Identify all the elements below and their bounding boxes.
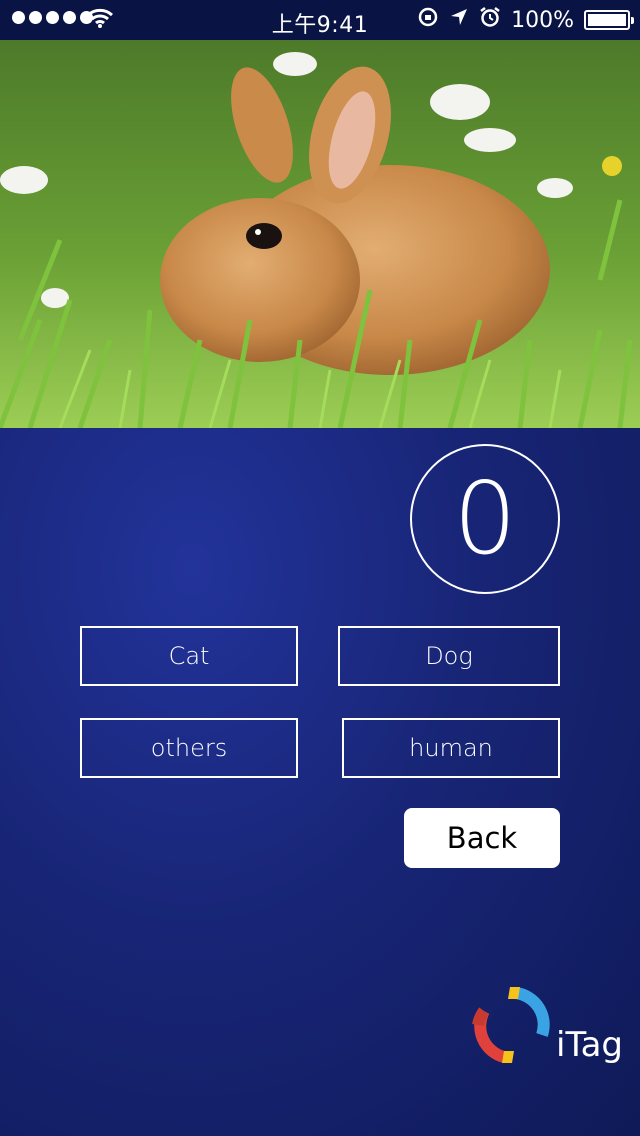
itag-brand-name: iTag [556, 1025, 624, 1065]
option-others-button[interactable]: others [80, 718, 298, 778]
option-human-button[interactable]: human [342, 718, 560, 778]
status-bar: 上午9:41 100% [0, 0, 640, 40]
battery-icon [584, 10, 634, 30]
itag-logo-icon [472, 987, 550, 1063]
back-button[interactable]: Back [404, 808, 560, 868]
itag-logo: iTag [470, 985, 624, 1067]
alarm-icon [479, 6, 501, 34]
score-counter: 0 [410, 444, 560, 594]
location-icon [449, 7, 469, 33]
rotation-lock-icon [417, 6, 439, 34]
rabbit-photo [0, 40, 640, 428]
option-cat-button[interactable]: Cat [80, 626, 298, 686]
battery-percentage: 100% [511, 7, 574, 33]
option-dog-button[interactable]: Dog [338, 626, 560, 686]
